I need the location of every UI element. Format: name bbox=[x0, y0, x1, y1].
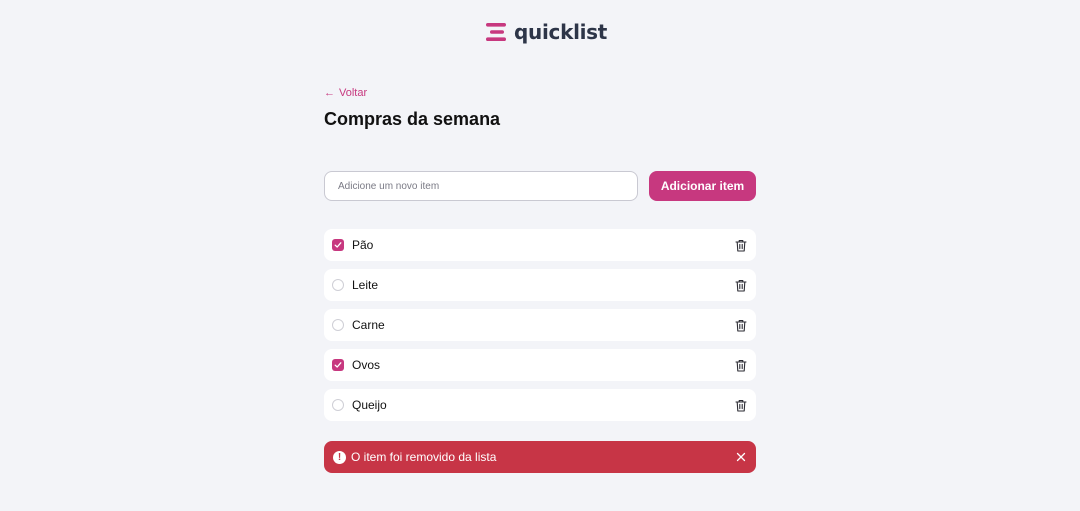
list-item: Queijo bbox=[324, 389, 756, 421]
add-item-button[interactable]: Adicionar item bbox=[649, 171, 756, 201]
item-label: Ovos bbox=[352, 358, 381, 372]
item-checkbox[interactable] bbox=[332, 359, 344, 371]
shopping-list: Pão Leite Carne Ovos Queijo bbox=[324, 229, 756, 429]
list-item: Leite bbox=[324, 269, 756, 301]
close-icon[interactable] bbox=[736, 452, 746, 462]
item-label: Queijo bbox=[352, 398, 387, 412]
item-checkbox[interactable] bbox=[332, 319, 344, 331]
list-item: Carne bbox=[324, 309, 756, 341]
item-checkbox[interactable] bbox=[332, 279, 344, 291]
list-item: Ovos bbox=[324, 349, 756, 381]
item-label: Pão bbox=[352, 238, 374, 252]
item-label: Carne bbox=[352, 318, 385, 332]
app-logo: quicklist bbox=[486, 20, 607, 44]
trash-icon[interactable] bbox=[734, 318, 748, 332]
check-icon bbox=[334, 362, 342, 368]
logo-text: quicklist bbox=[514, 20, 608, 44]
alert-circle-icon: ! bbox=[333, 450, 346, 464]
trash-icon[interactable] bbox=[734, 358, 748, 372]
toast-notification: ! O item foi removido da lista bbox=[324, 441, 756, 473]
check-icon bbox=[334, 242, 342, 248]
list-item: Pão bbox=[324, 229, 756, 261]
new-item-input[interactable] bbox=[324, 171, 638, 201]
item-checkbox[interactable] bbox=[332, 239, 344, 251]
back-label: Voltar bbox=[339, 87, 368, 99]
arrow-left-icon: ← bbox=[324, 87, 335, 99]
list-lines-icon bbox=[486, 23, 506, 41]
back-link[interactable]: ← Voltar bbox=[324, 86, 367, 100]
trash-icon[interactable] bbox=[734, 398, 748, 412]
trash-icon[interactable] bbox=[734, 278, 748, 292]
trash-icon[interactable] bbox=[734, 238, 748, 252]
item-label: Leite bbox=[352, 278, 379, 292]
page-title: Compras da semana bbox=[324, 109, 501, 129]
toast-message: O item foi removido da lista bbox=[351, 450, 497, 464]
item-checkbox[interactable] bbox=[332, 399, 344, 411]
